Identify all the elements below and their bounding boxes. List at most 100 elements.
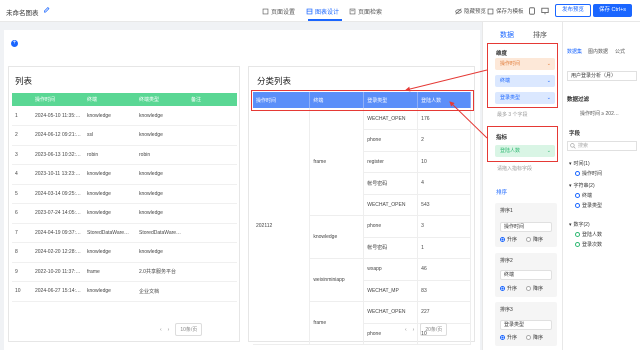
data-filter-value[interactable]: 操作时间 ≥ 202… xyxy=(580,110,619,117)
tree-field-login-type[interactable]: 登录类型 xyxy=(575,202,602,209)
group-count-cell: 4 xyxy=(417,172,471,195)
tab-page-settings[interactable]: 页面设置 xyxy=(262,7,295,16)
sort-3-title: 排序3 xyxy=(500,307,513,313)
table-row[interactable]: 6 2023-07-24 14:05:… knowledge knowledge xyxy=(12,203,237,224)
sort-section-label: 排序 xyxy=(496,190,508,196)
save-template-button[interactable]: 保存为模板 xyxy=(487,7,524,15)
tree-group-number[interactable]: ▾ 数字(2) xyxy=(569,221,590,229)
table-row[interactable]: 5 2024-03-14 09:25:… knowledge knowledge xyxy=(12,184,237,204)
dimension-pill-time[interactable]: 操作时间 ⌄ xyxy=(495,58,555,70)
tree-field-login-times-label: 登录次数 xyxy=(582,242,603,248)
table-cell xyxy=(188,145,237,165)
sort-1-field-select[interactable]: 操作时间 xyxy=(500,222,552,232)
config-tab-data[interactable]: 数据 xyxy=(500,30,514,40)
sort-3-asc-label: 升序 xyxy=(507,335,518,341)
sort-2-desc-label: 降序 xyxy=(533,286,544,292)
source-tab-dataset[interactable]: 数据集 xyxy=(567,48,582,55)
tree-field-operate-time[interactable]: 操作时间 xyxy=(575,170,602,177)
dimension-pill-login-type[interactable]: 登录类型 ⌄ xyxy=(495,92,555,104)
desktop-view-icon[interactable] xyxy=(541,7,549,15)
table-row[interactable]: 8 2024-02-20 12:28:… knowledge knowledge xyxy=(12,242,237,263)
table-cell xyxy=(188,203,237,224)
sort-2-title: 排序2 xyxy=(500,258,513,264)
sort-1-desc-radio[interactable]: 降序 xyxy=(526,236,543,243)
tree-field-login-count[interactable]: 登陆人数 xyxy=(575,231,602,238)
tree-field-login-times[interactable]: 登录次数 xyxy=(575,241,602,248)
source-tab-formula[interactable]: 公式 xyxy=(615,48,625,55)
tablet-view-icon[interactable] xyxy=(528,7,536,15)
chevron-down-icon: ⌄ xyxy=(546,95,551,101)
table-row[interactable]: 4 2023-10-11 13:23:… knowledge knowledge xyxy=(12,164,237,185)
table-cell: knowledge xyxy=(84,106,136,126)
table-row[interactable]: 2 2024-06-12 09:21:… ssl knowledge xyxy=(12,125,237,146)
group-table: 操作时间 终端 登录类型 登陆人数 202112 frame WECHAT_OP… xyxy=(253,92,471,345)
add-component-icon[interactable]: + xyxy=(11,40,18,47)
tree-group-number-label: 数字(2) xyxy=(573,222,590,228)
metric-pill-label: 登陆人数 xyxy=(500,148,521,154)
tab-page-settings-label: 页面设置 xyxy=(271,10,296,16)
sort-1-title: 排序1 xyxy=(500,208,513,214)
table-cell: knowledge xyxy=(84,281,136,302)
sort-2-field-select[interactable]: 终端 xyxy=(500,270,552,280)
publish-preview-button[interactable]: 发布预览 xyxy=(555,4,592,17)
chevron-down-icon: ⌄ xyxy=(546,148,551,154)
sort-2-asc-radio[interactable]: 升序 xyxy=(500,285,517,292)
sort-3-asc-radio[interactable]: 升序 xyxy=(500,334,517,341)
table-cell: 2 xyxy=(12,125,32,146)
field-search-input[interactable]: 搜索 xyxy=(567,141,637,151)
table-cell: 2023-06-13 10:32:… xyxy=(32,145,84,165)
tab-page-search[interactable]: 页面检索 xyxy=(349,7,382,16)
group-type-cell: phone xyxy=(363,129,419,152)
tab-chart-design[interactable]: 图表设计 xyxy=(306,7,339,16)
radio-unchecked-icon xyxy=(526,237,531,242)
group-type-cell: WECHAT_OPEN xyxy=(363,301,419,324)
group-type-cell: register xyxy=(363,151,419,173)
group-terminal-cell: weixinminiapp xyxy=(309,258,365,302)
sort-3-desc-radio[interactable]: 降序 xyxy=(526,334,543,341)
sort-2-desc-radio[interactable]: 降序 xyxy=(526,285,543,292)
save-template-label: 保存为模板 xyxy=(496,9,524,15)
table-row[interactable]: 9 2022-10-20 11:37:… frame 2.0共享服务平台 xyxy=(12,262,237,282)
table-row[interactable]: 10 2024-06-27 15:14:… knowledge 企业文档 xyxy=(12,281,237,302)
tab-page-search-label: 页面检索 xyxy=(358,10,383,16)
save-button[interactable]: 保存 Ctrl+s xyxy=(593,4,633,17)
group-type-cell: WECHAT_OPEN xyxy=(363,108,419,130)
table-cell: 2024-04-19 09:37:… xyxy=(32,223,84,243)
tree-field-operate-time-label: 操作时间 xyxy=(582,171,603,177)
table-row[interactable]: 7 2024-04-19 09:37:… StoredDataWare… Stored… xyxy=(12,223,237,243)
table-cell: 4 xyxy=(12,164,32,185)
sort-1-asc-radio[interactable]: 升序 xyxy=(500,236,517,243)
table-cell: knowledge xyxy=(136,164,188,185)
group-page-size-select[interactable]: 20条/页 xyxy=(420,323,448,336)
table-row[interactable]: 1 2024-05-10 11:35:… knowledge knowledge xyxy=(12,106,237,126)
page-search-icon xyxy=(349,8,356,15)
next-page-icon[interactable]: › xyxy=(168,327,170,333)
table-cell: knowledge xyxy=(136,242,188,263)
hide-preview-button[interactable]: 隐藏预览 xyxy=(455,7,486,15)
table-cell: knowledge xyxy=(136,125,188,146)
source-tab-chart-data[interactable]: 图内数据 xyxy=(588,48,608,55)
list-page-size-select[interactable]: 10条/页 xyxy=(175,323,203,336)
table-row[interactable]: 3 2023-06-13 10:32:… robin robin xyxy=(12,145,237,165)
edit-icon[interactable] xyxy=(43,6,50,14)
group-count-cell: 46 xyxy=(417,258,471,281)
search-icon xyxy=(570,143,576,149)
tree-group-string[interactable]: ▾ 字符串(2) xyxy=(569,182,595,190)
prev-page-icon[interactable]: ‹ xyxy=(405,327,407,333)
tree-field-terminal[interactable]: 终端 xyxy=(575,192,592,199)
metric-pill-login-count[interactable]: 登陆人数 ⌄ xyxy=(495,145,555,157)
next-page-icon[interactable]: › xyxy=(413,327,415,333)
tree-group-time[interactable]: ▾ 时间(1) xyxy=(569,160,590,168)
dimension-pill-terminal[interactable]: 终端 ⌄ xyxy=(495,75,555,87)
radio-checked-icon xyxy=(500,286,505,291)
dataset-select[interactable]: 用户登录分析（月） xyxy=(567,71,637,81)
document-title[interactable]: 未命名图表 xyxy=(6,7,39,17)
chevron-down-icon: ⌄ xyxy=(546,61,551,67)
sort-3-field-select[interactable]: 登录类型 xyxy=(500,320,552,330)
group-count-cell: 1 xyxy=(417,237,471,259)
group-type-cell: phone xyxy=(363,215,419,238)
config-tab-sort[interactable]: 排序 xyxy=(533,30,547,40)
radio-unchecked-icon xyxy=(526,286,531,291)
table-cell: frame xyxy=(84,262,136,282)
prev-page-icon[interactable]: ‹ xyxy=(160,327,162,333)
